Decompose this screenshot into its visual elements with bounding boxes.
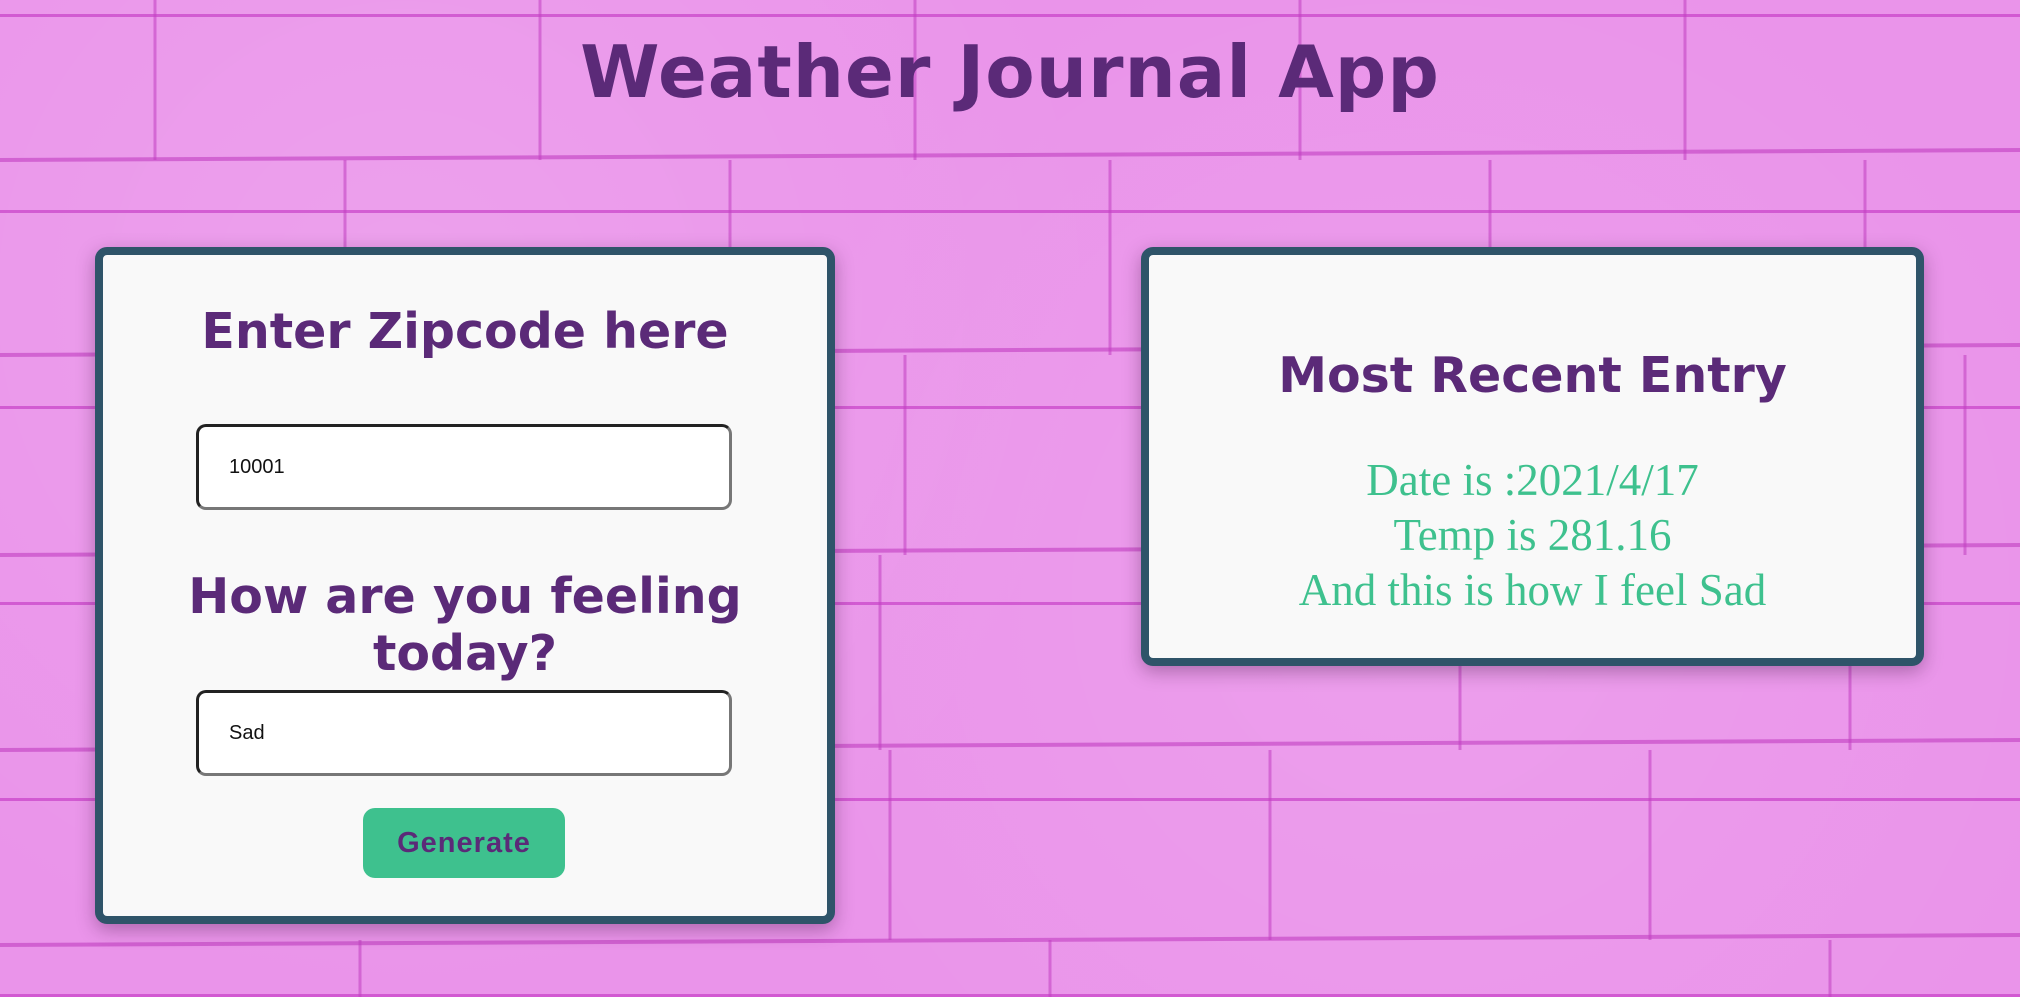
zip-input[interactable] (196, 424, 732, 510)
entry-heading: Most Recent Entry (1278, 347, 1787, 404)
page-title: Weather Journal App (580, 30, 1440, 114)
entry-temp: Temp is 281.16 (1393, 510, 1672, 560)
recent-entry-card: Most Recent Entry Date is :2021/4/17 Tem… (1141, 247, 1924, 666)
entry-holder: Date is :2021/4/17 Temp is 281.16 And th… (1149, 453, 1916, 618)
zip-label: Enter Zipcode here (201, 303, 729, 360)
feelings-label: How are you feeling today? (188, 568, 742, 682)
entry-content: And this is how I feel Sad (1298, 565, 1767, 615)
feelings-input[interactable] (196, 690, 732, 776)
entry-date: Date is :2021/4/17 (1366, 455, 1699, 505)
generate-button[interactable]: Generate (363, 808, 565, 878)
journal-form-card: Enter Zipcode here How are you feeling t… (95, 247, 835, 924)
